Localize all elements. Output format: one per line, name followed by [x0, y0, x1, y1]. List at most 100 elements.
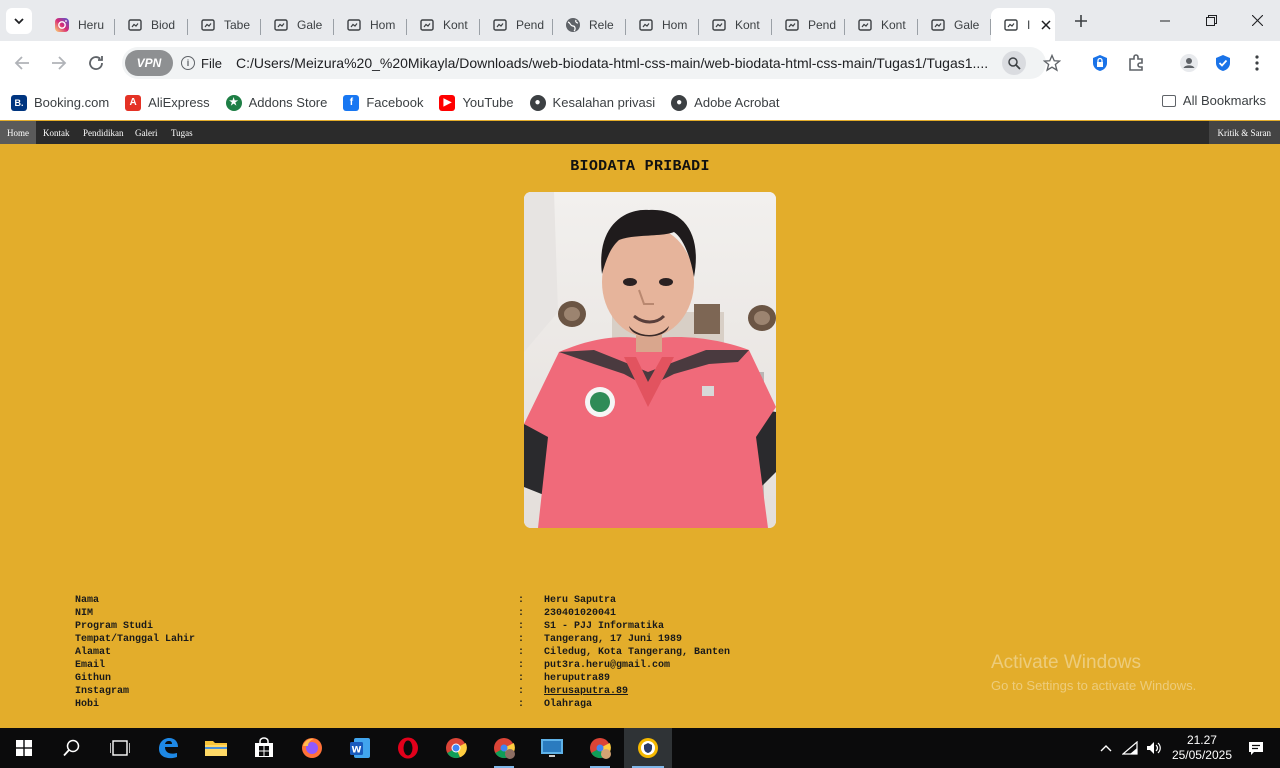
forward-button[interactable] — [41, 45, 77, 81]
chrome-icon — [446, 738, 467, 759]
show-hidden-icons-button[interactable] — [1094, 744, 1118, 752]
taskbar-file-explorer-app[interactable] — [192, 728, 240, 768]
taskbar-chrome-profile-app[interactable] — [480, 728, 528, 768]
nav-link-kontak[interactable]: Kontak — [36, 121, 77, 144]
browser-tab[interactable]: Pend — [772, 8, 845, 41]
taskbar-remote-desktop-app[interactable] — [528, 728, 576, 768]
bookmark-item[interactable]: ● Kesalahan privasi — [529, 94, 655, 111]
biodata-label: Tempat/Tanggal Lahir — [75, 634, 196, 645]
nav-link-home[interactable]: Home — [0, 121, 36, 144]
site-info-chip[interactable]: i File — [181, 56, 222, 71]
bookmark-item[interactable]: A AliExpress — [125, 94, 210, 111]
new-tab-button[interactable] — [1067, 7, 1095, 35]
bookmark-star-icon[interactable] — [1038, 49, 1066, 77]
browser-menu-kebab-icon[interactable] — [1243, 49, 1271, 77]
folder-icon — [205, 741, 227, 756]
browser-tab[interactable]: Heru — [42, 8, 115, 41]
clock-date: 25/05/2025 — [1171, 748, 1232, 762]
tab-title: Hom — [662, 17, 688, 32]
bookmark-label: YouTube — [462, 95, 514, 110]
task-view-icon — [110, 740, 130, 756]
browser-tab[interactable]: Gale — [261, 8, 334, 41]
clock-time: 21.27 — [1186, 733, 1217, 747]
page-icon — [492, 17, 508, 33]
zoom-icon[interactable] — [1002, 51, 1026, 75]
taskbar-clock[interactable]: 21.27 25/05/2025 — [1172, 733, 1232, 763]
close-tab-icon[interactable] — [1041, 17, 1051, 33]
browser-tab[interactable]: Gale — [918, 8, 991, 41]
network-icon[interactable] — [1118, 741, 1142, 755]
browser-tab[interactable]: Biod — [115, 8, 188, 41]
profile-avatar-icon[interactable] — [1175, 49, 1203, 77]
taskbar-edge-app[interactable] — [144, 728, 192, 768]
bookmark-item[interactable]: ▶ YouTube — [439, 94, 514, 111]
bookmark-label: Adobe Acrobat — [694, 95, 780, 110]
address-bar[interactable]: VPN i File C:/Users/Meizura%20_%20Mikayl… — [122, 47, 1046, 79]
biodata-value: Heru Saputra — [544, 595, 617, 606]
tab-title: Gale — [297, 17, 323, 32]
chevron-down-icon — [14, 17, 24, 24]
volume-icon[interactable] — [1142, 741, 1166, 755]
adobe-acrobat-icon: ● — [671, 94, 688, 111]
nav-link-tugas[interactable]: Tugas — [164, 121, 200, 144]
taskbar-chrome-app[interactable] — [432, 728, 480, 768]
vpn-badge[interactable]: VPN — [125, 50, 173, 76]
browser-tab[interactable]: I — [991, 8, 1055, 41]
all-bookmarks-button[interactable]: All Bookmarks — [1161, 93, 1266, 108]
bookmark-item[interactable]: B. Booking.com — [11, 94, 109, 111]
taskbar-vpn-app[interactable] — [624, 728, 672, 768]
biodata-value: S1 - PJJ Informatika — [544, 621, 665, 632]
browser-tab[interactable]: Kont — [699, 8, 772, 41]
close-window-button[interactable] — [1234, 0, 1280, 41]
taskbar-store-app[interactable] — [240, 728, 288, 768]
page-icon — [273, 17, 289, 33]
bookmark-item[interactable]: ● Adobe Acrobat — [671, 94, 780, 111]
browser-tab[interactable]: Tabe — [188, 8, 261, 41]
bookmark-item[interactable]: f Facebook — [343, 94, 423, 111]
instagram-link[interactable]: herusaputra.89 — [544, 685, 628, 698]
browser-tab[interactable]: Hom — [626, 8, 699, 41]
url-text[interactable]: C:/Users/Meizura%20_%20Mikayla/Downloads… — [236, 55, 996, 71]
biodata-value: put3ra.heru@gmail.com — [544, 660, 671, 671]
nav-link-pendidikan[interactable]: Pendidikan — [76, 121, 131, 144]
reload-button[interactable] — [78, 45, 114, 81]
minimize-button[interactable] — [1142, 0, 1188, 41]
system-tray: 21.27 25/05/2025 — [1094, 728, 1280, 768]
info-icon: i — [181, 56, 195, 70]
bookmark-item[interactable]: ★ Addons Store — [225, 94, 327, 111]
globe-icon — [565, 17, 581, 33]
shield-check-extension-icon[interactable] — [1209, 49, 1237, 77]
browser-tab[interactable]: Rele — [553, 8, 626, 41]
extensions-puzzle-icon[interactable] — [1122, 49, 1150, 77]
taskbar-word-app[interactable]: W — [336, 728, 384, 768]
shield-lock-extension-icon[interactable] — [1086, 49, 1114, 77]
start-button[interactable] — [0, 728, 48, 768]
page-icon — [857, 17, 873, 33]
instagram-icon — [54, 17, 70, 33]
biodata-separator: : — [518, 660, 525, 671]
task-view-button[interactable] — [96, 728, 144, 768]
taskbar-opera-app[interactable] — [384, 728, 432, 768]
nav-link-kritik-saran[interactable]: Kritik & Saran — [1208, 121, 1280, 144]
biodata-row: Instagram: herusaputra.89 — [75, 685, 975, 698]
back-button[interactable] — [4, 45, 40, 81]
biodata-row: Githun: heruputra89 — [75, 672, 975, 685]
windows-taskbar: W 21.27 25/05/2025 — [0, 728, 1280, 768]
browser-tab[interactable]: Kont — [845, 8, 918, 41]
tab-title: Kont — [443, 17, 468, 32]
browser-tab[interactable]: Kont — [407, 8, 480, 41]
biodata-label: Program Studi — [75, 621, 154, 632]
browser-tab[interactable]: Pend — [480, 8, 553, 41]
taskbar-chrome-second-profile-app[interactable] — [576, 728, 624, 768]
biodata-value: 230401020041 — [544, 608, 617, 619]
tab-search-button[interactable] — [6, 7, 32, 34]
monitor-icon — [541, 739, 563, 757]
notification-center-icon[interactable] — [1244, 741, 1268, 756]
biodata-label: NIM — [75, 608, 94, 619]
nav-link-galeri[interactable]: Galeri — [128, 121, 165, 144]
browser-tab[interactable]: Hom — [334, 8, 407, 41]
taskbar-search-button[interactable] — [48, 728, 96, 768]
restore-button[interactable] — [1188, 0, 1234, 41]
taskbar-firefox-app[interactable] — [288, 728, 336, 768]
watermark-title: Activate Windows — [991, 652, 1141, 673]
